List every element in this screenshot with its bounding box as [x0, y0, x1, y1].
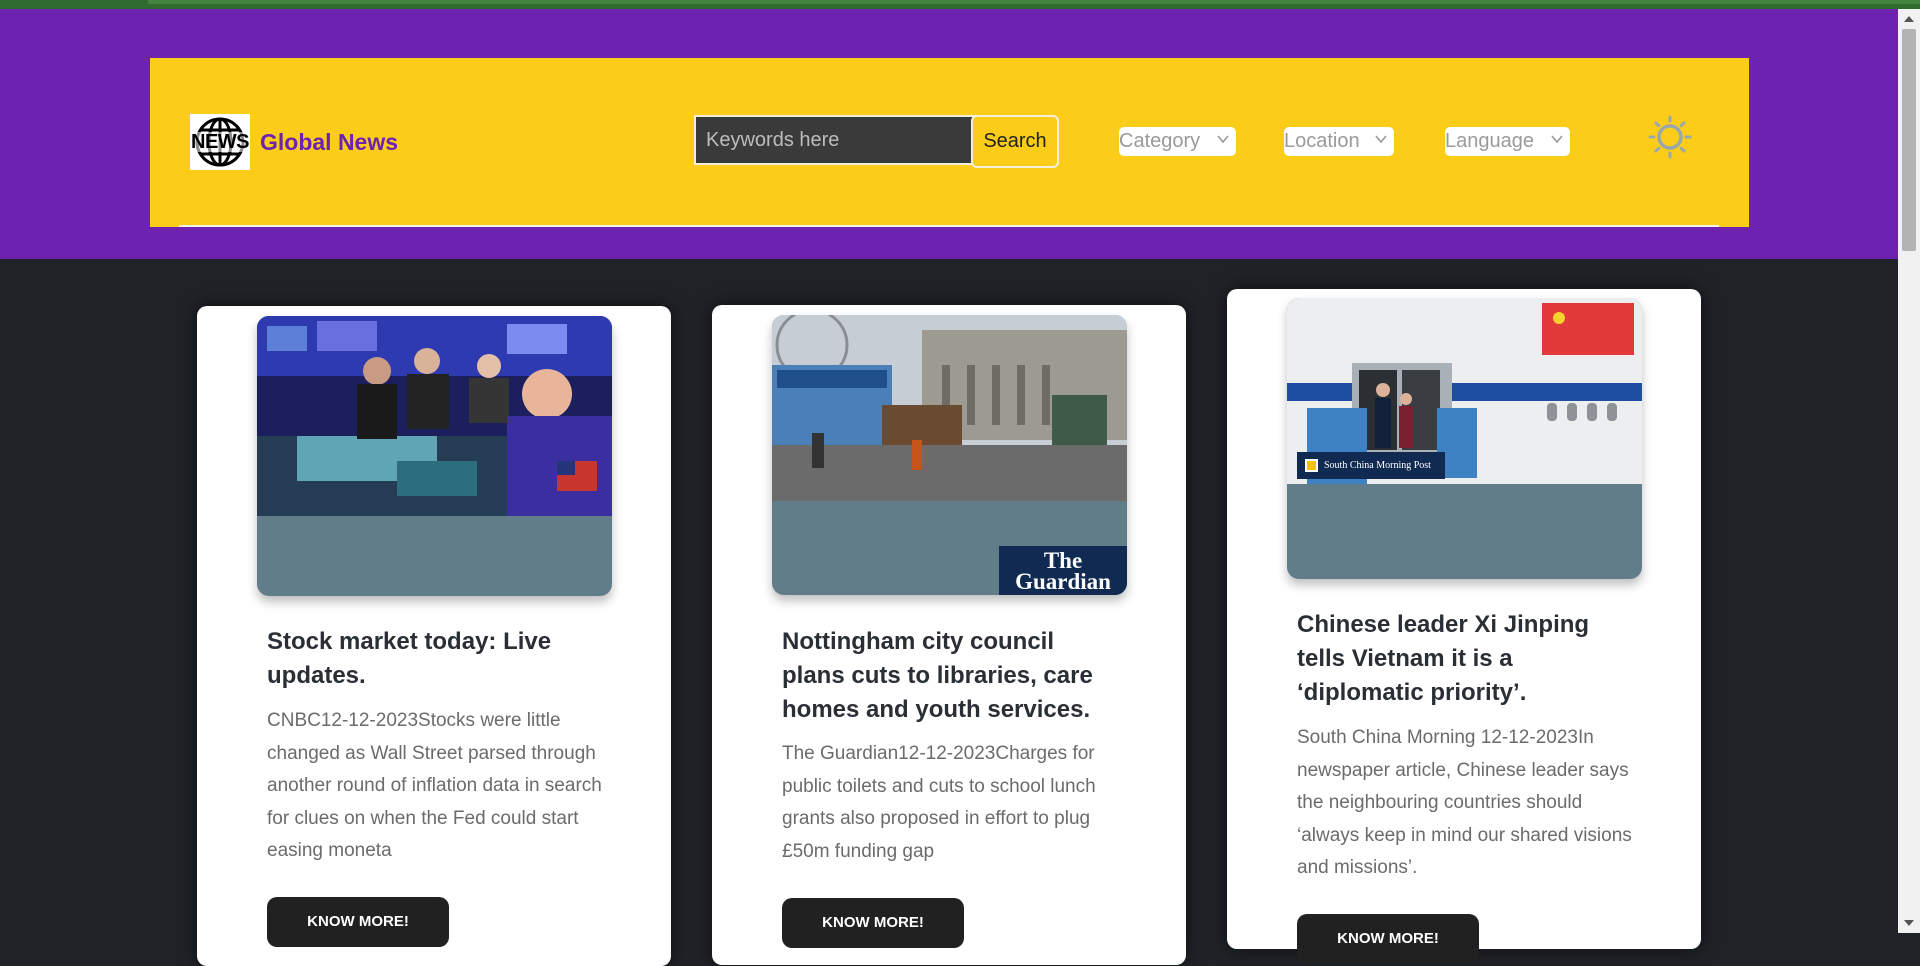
nottingham-photo — [772, 315, 1127, 501]
category-select[interactable]: Category — [1119, 127, 1236, 156]
card-description: South China Morning 12-12-2023In newspap… — [1297, 727, 1632, 878]
scroll-thumb[interactable] — [1902, 29, 1916, 251]
scroll-up-arrow-icon[interactable] — [1904, 16, 1914, 22]
window-top-stripe — [0, 0, 1920, 9]
chevron-down-icon — [1551, 135, 1563, 144]
sun-icon[interactable] — [1648, 115, 1692, 159]
card-title[interactable]: Stock market today: Live updates. — [267, 625, 607, 693]
location-select[interactable]: Location — [1284, 127, 1394, 156]
search-button[interactable]: Search — [971, 115, 1059, 168]
scmp-logo-text: South China Morning Post — [1324, 460, 1431, 471]
news-card: The Guardian Nottingham city council pla… — [712, 305, 1186, 965]
scmp-square-icon — [1305, 459, 1318, 472]
news-card: South China Morning Post Chinese leader … — [1227, 289, 1701, 964]
scmp-logo: South China Morning Post — [1297, 452, 1445, 479]
card-title[interactable]: Nottingham city council plans cuts to li… — [782, 625, 1122, 727]
brand[interactable]: NEWS Global News — [190, 114, 398, 170]
language-select[interactable]: Language — [1445, 127, 1570, 156]
scrollbar[interactable] — [1898, 9, 1920, 933]
guardian-logo: The Guardian — [999, 546, 1127, 595]
card-image[interactable]: The Guardian — [772, 315, 1127, 595]
logo-text: NEWS — [191, 131, 250, 153]
news-card: Stock market today: Live updates. CNBC12… — [197, 306, 671, 966]
navbar-divider — [179, 225, 1719, 227]
site-title[interactable]: Global News — [260, 129, 398, 156]
know-more-button[interactable]: KNOW MORE! — [1297, 914, 1479, 964]
card-description: The Guardian12-12-2023Charges for public… — [782, 743, 1096, 862]
search-input[interactable] — [694, 115, 1012, 165]
language-select-label: Language — [1445, 130, 1534, 152]
header-band: NEWS Global News Search Category Locatio… — [0, 9, 1898, 259]
location-select-label: Location — [1284, 130, 1360, 152]
chevron-down-icon — [1375, 135, 1387, 144]
stock-exchange-photo — [257, 316, 612, 516]
know-more-button[interactable]: KNOW MORE! — [782, 898, 964, 948]
scroll-down-arrow-icon[interactable] — [1904, 920, 1914, 926]
news-logo[interactable]: NEWS — [190, 114, 250, 170]
card-image[interactable]: South China Morning Post — [1287, 298, 1642, 579]
card-title[interactable]: Chinese leader Xi Jinping tells Vietnam … — [1297, 608, 1637, 710]
know-more-button[interactable]: KNOW MORE! — [267, 897, 449, 947]
card-description: CNBC12-12-2023Stocks were little changed… — [267, 710, 602, 861]
navbar: NEWS Global News Search Category Locatio… — [150, 58, 1749, 227]
chevron-down-icon — [1217, 135, 1229, 144]
category-select-label: Category — [1119, 130, 1201, 152]
card-image[interactable] — [257, 316, 612, 596]
